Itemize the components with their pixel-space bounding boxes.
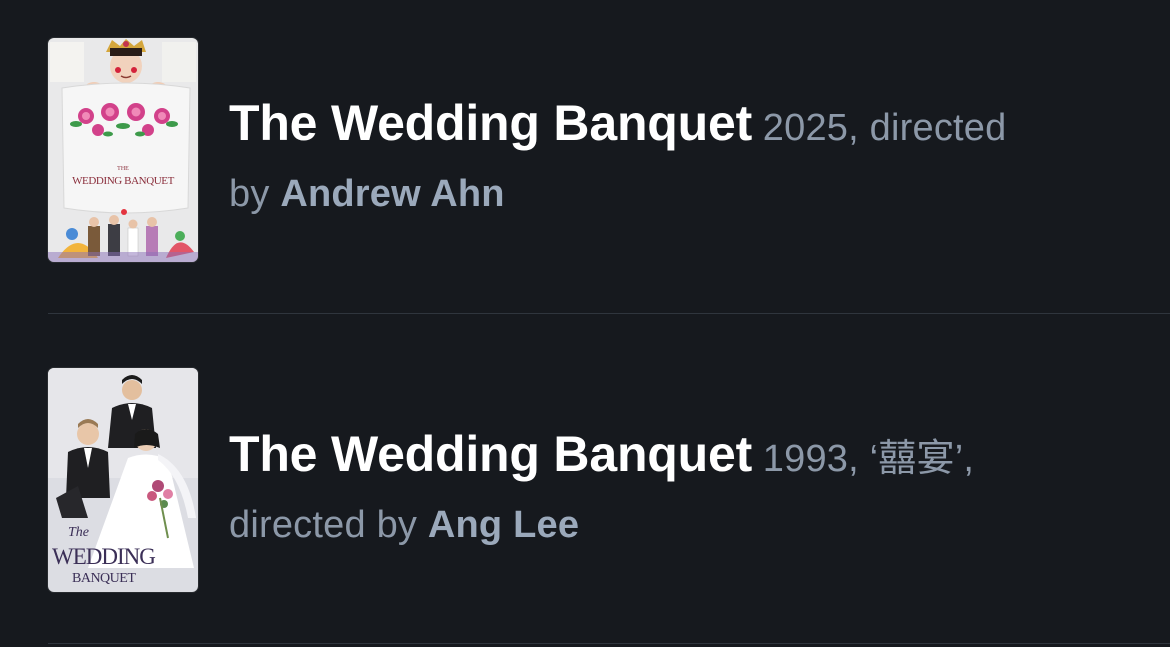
release-year: 2025 bbox=[762, 107, 849, 149]
poster-subtitle-text: BANQUET bbox=[72, 571, 136, 586]
poster-small-text: THE bbox=[117, 166, 129, 172]
by-label: by bbox=[376, 504, 418, 546]
poster-art-2025: THE WEDDING BANQUET bbox=[48, 38, 198, 262]
directed-label: directed bbox=[869, 107, 1007, 149]
film-result-item[interactable]: The WEDDING BANQUET The Wedding Banquet … bbox=[0, 368, 1170, 643]
row-divider bbox=[48, 313, 1170, 314]
director-name[interactable]: Andrew Ahn bbox=[280, 173, 504, 215]
directed-label: directed bbox=[229, 504, 366, 546]
by-label: by bbox=[229, 173, 270, 215]
director-name[interactable]: Ang Lee bbox=[428, 504, 579, 546]
poster-art-1993: The WEDDING BANQUET bbox=[48, 368, 198, 592]
poster-title-text: WEDDING BANQUET bbox=[72, 175, 175, 187]
film-heading-line: The Wedding Banquet 2025, directed bbox=[229, 90, 1129, 161]
release-year: 1993 bbox=[762, 438, 849, 480]
film-credit-line: directed by Ang Lee bbox=[229, 492, 1129, 558]
poster-small-text: The bbox=[68, 525, 89, 540]
film-title[interactable]: The Wedding Banquet bbox=[229, 95, 752, 151]
film-info: The Wedding Banquet 1993, ‘囍宴’, directed… bbox=[229, 421, 1129, 558]
separator: , bbox=[963, 438, 975, 480]
separator: , bbox=[848, 107, 870, 149]
poster-title-text: WEDDING bbox=[52, 544, 155, 569]
film-results-list: THE WEDDING BANQUET The Wedding Banquet … bbox=[0, 0, 1170, 647]
film-poster[interactable]: The WEDDING BANQUET bbox=[48, 368, 198, 592]
row-divider bbox=[48, 643, 1170, 644]
film-credit-line: by Andrew Ahn bbox=[229, 161, 1129, 227]
film-info: The Wedding Banquet 2025, directed by An… bbox=[229, 90, 1129, 227]
separator: , bbox=[848, 438, 870, 480]
film-poster[interactable]: THE WEDDING BANQUET bbox=[48, 38, 198, 262]
film-heading-line: The Wedding Banquet 1993, ‘囍宴’, bbox=[229, 421, 1129, 492]
alternative-title: ‘囍宴’ bbox=[869, 438, 964, 480]
film-result-item[interactable]: THE WEDDING BANQUET The Wedding Banquet … bbox=[0, 38, 1170, 313]
film-title[interactable]: The Wedding Banquet bbox=[229, 426, 752, 482]
